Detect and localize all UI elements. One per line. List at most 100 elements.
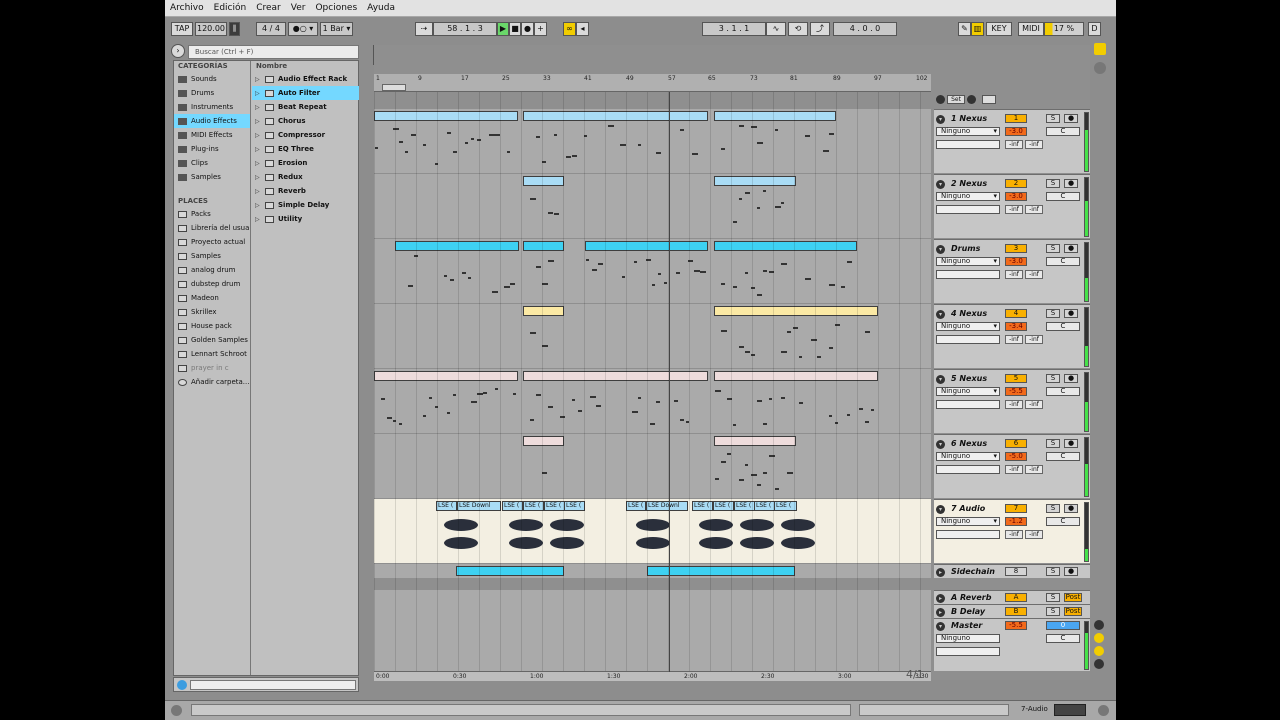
nudge-icon[interactable]: ⫼ [229,22,240,36]
track-name[interactable]: ▾ 4 Nexus [936,309,987,319]
expand-arrow-icon[interactable]: ▷ [255,87,265,100]
menu-archivo[interactable]: Archivo [165,0,209,16]
pan-field[interactable]: C [1046,322,1080,331]
preview-icon[interactable] [177,680,187,690]
volume-field[interactable]: -3.0 [1005,192,1027,201]
track-name[interactable]: ▸ B Delay [936,607,985,617]
back-to-arrangement-icon[interactable]: ◂ [576,22,589,36]
post-button[interactable]: Post [1064,607,1082,616]
fold-icon[interactable]: ▾ [936,375,945,384]
loop-start[interactable]: 3 . 1 . 1 [702,22,766,36]
volume-field[interactable]: -1.2 [1005,517,1027,526]
master-channel-select[interactable] [936,647,1000,656]
set-locator-button[interactable]: Set [947,95,965,104]
fold-icon[interactable]: ▾ [936,505,945,514]
track-activator[interactable]: 8 [1005,567,1027,576]
input-channel-select[interactable] [936,335,1000,344]
solo-button[interactable]: S [1046,607,1060,616]
arm-button[interactable]: ● [1064,114,1078,123]
track-name[interactable]: ▾ 5 Nexus [936,374,987,384]
browser-item[interactable]: ▷ Audio Effect Rack [252,72,359,86]
audio-clip[interactable]: LSE ( [544,501,565,511]
category-plug-ins[interactable]: Plug-ins [174,142,250,156]
volume-field[interactable]: -3.4 [1005,322,1027,331]
solo-button[interactable]: S [1046,504,1060,513]
pan-field[interactable]: C [1046,387,1080,396]
track-name[interactable]: ▾ 7 Audio [936,504,985,514]
menu-crear[interactable]: Crear [251,0,286,16]
track-name[interactable]: ▾ Master [936,621,982,631]
menu-opciones[interactable]: Opciones [310,0,362,16]
category-midi-effects[interactable]: MIDI Effects [174,128,250,142]
search-input[interactable]: Buscar (Ctrl + F) [188,45,359,59]
track-activator[interactable]: 4 [1005,309,1027,318]
input-select[interactable]: Ninguno ▾ [936,257,1000,266]
draw-mode-icon[interactable]: ✎ [958,22,971,36]
input-select[interactable]: Ninguno ▾ [936,517,1000,526]
input-select[interactable]: Ninguno ▾ [936,387,1000,396]
midi-clip[interactable] [523,371,708,381]
song-position[interactable]: 58 . 1 . 3 [433,22,497,36]
expand-arrow-icon[interactable]: ▷ [255,129,265,142]
fold-icon[interactable]: ▾ [936,310,945,319]
pan-field[interactable]: C [1046,452,1080,461]
track-name[interactable]: ▾ 6 Nexus [936,439,987,449]
audio-clip[interactable]: LSE ( [564,501,585,511]
fold-icon[interactable]: ▾ [936,245,945,254]
midi-clip[interactable] [714,306,878,316]
midi-clip[interactable] [523,436,564,446]
master-volume[interactable]: -5.5 [1005,621,1027,630]
place-item[interactable]: Lennart Schroot [174,347,250,361]
computer-keyboard-icon[interactable]: ▥ [971,22,984,36]
track-name[interactable]: ▸ Sidechain [936,567,995,577]
place-item[interactable]: prayer in c [174,361,250,375]
solo-button[interactable]: S [1046,179,1060,188]
track-activator[interactable]: 5 [1005,374,1027,383]
place-item[interactable]: Skrillex [174,305,250,319]
arm-button[interactable]: ● [1064,309,1078,318]
punch-in-icon[interactable]: ∿ [766,22,786,36]
arm-button[interactable]: ● [1064,179,1078,188]
view-toggle-icon[interactable] [1094,43,1106,55]
automation-arm-icon[interactable]: ∞ [563,22,576,36]
browser-item[interactable]: ▷ Auto Filter [252,86,359,100]
place-item[interactable]: analog drum [174,263,250,277]
master-output-select[interactable]: Ninguno [936,634,1000,643]
expand-arrow-icon[interactable]: ▷ [255,143,265,156]
track-name[interactable]: ▸ A Reverb [936,593,991,603]
return-b-header[interactable]: ▸ B Delay B S Post [934,604,1090,618]
place-item[interactable]: Packs [174,207,250,221]
master-header[interactable]: ▾ Master -5.5 0 Ninguno C [934,618,1090,671]
track-activator[interactable]: B [1005,607,1027,616]
audio-clip[interactable]: LSE ( [436,501,457,511]
track-activator[interactable]: 6 [1005,439,1027,448]
expand-arrow-icon[interactable]: ▷ [255,171,265,184]
track-activator[interactable]: 1 [1005,114,1027,123]
track-name[interactable]: ▾ 1 Nexus [936,114,987,124]
place-item[interactable]: Madeon [174,291,250,305]
tap-button[interactable]: TAP [171,22,193,36]
midi-clip[interactable] [714,111,836,121]
track-name[interactable]: ▾ Drums [936,244,980,254]
browser-item[interactable]: ▷ Redux [252,170,359,184]
pan-field[interactable]: C [1046,192,1080,201]
record-button[interactable]: ● [521,22,534,36]
key-map-button[interactable]: KEY [986,22,1012,36]
category-samples[interactable]: Samples [174,170,250,184]
category-clips[interactable]: Clips [174,156,250,170]
track-name[interactable]: ▾ 2 Nexus [936,179,987,189]
time-signature[interactable]: 4 / 4 [256,22,286,36]
fold-icon[interactable]: ▾ [936,440,945,449]
place-item[interactable]: Librería del usua [174,221,250,235]
midi-clip[interactable] [523,306,564,316]
input-channel-select[interactable] [936,140,1000,149]
place-item[interactable]: Samples [174,249,250,263]
track-header[interactable]: ▾ 2 Nexus 2 S ● Ninguno ▾ -3.0 C -inf -inf [934,174,1090,238]
loop-brace[interactable] [382,84,406,91]
post-button[interactable]: Post [1064,593,1082,602]
detail-toggle-icon[interactable] [1098,705,1109,716]
fold-icon[interactable]: ▾ [936,115,945,124]
place-item[interactable]: Añadir carpeta... [174,375,250,389]
input-select[interactable]: Ninguno ▾ [936,452,1000,461]
set-prev-icon[interactable] [936,95,945,104]
